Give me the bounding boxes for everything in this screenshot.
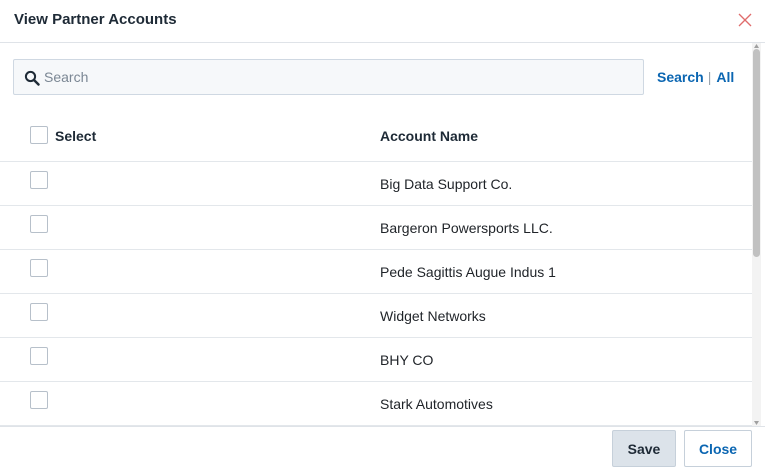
table-row: BHY CO xyxy=(0,338,752,382)
dialog-title: View Partner Accounts xyxy=(14,11,177,28)
link-separator: | xyxy=(707,69,712,85)
account-name: Big Data Support Co. xyxy=(380,176,513,192)
table-row: Widget Networks xyxy=(0,294,752,338)
select-all-checkbox[interactable] xyxy=(30,126,48,144)
accounts-table: Select Account Name Big Data Support Co.… xyxy=(0,113,752,426)
row-checkbox[interactable] xyxy=(30,215,48,233)
row-checkbox[interactable] xyxy=(30,391,48,409)
account-name: Widget Networks xyxy=(380,308,486,324)
select-label: Select xyxy=(55,128,97,144)
close-button[interactable]: Close xyxy=(684,430,752,467)
dialog-header: View Partner Accounts xyxy=(0,0,765,43)
search-icon xyxy=(24,70,40,86)
table-header: Select Account Name xyxy=(0,113,752,162)
search-box xyxy=(13,59,644,95)
column-header-account-name: Account Name xyxy=(380,128,479,144)
row-checkbox[interactable] xyxy=(30,303,48,321)
all-link[interactable]: All xyxy=(716,69,734,85)
vertical-scrollbar[interactable] xyxy=(752,43,761,426)
search-link[interactable]: Search xyxy=(657,69,704,85)
row-checkbox[interactable] xyxy=(30,259,48,277)
scrollbar-thumb[interactable] xyxy=(753,49,760,257)
table-row: Bargeron Powersports LLC. xyxy=(0,206,752,250)
account-name: Stark Automotives xyxy=(380,396,493,412)
table-row: Pede Sagittis Augue Indus 1 xyxy=(0,250,752,294)
table-row: Stark Automotives xyxy=(0,382,752,426)
dialog-footer: Save Close xyxy=(0,426,765,476)
search-input[interactable] xyxy=(44,62,634,92)
account-name: BHY CO xyxy=(380,352,434,368)
search-links: Search | All xyxy=(657,69,734,85)
account-name: Bargeron Powersports LLC. xyxy=(380,220,553,236)
row-checkbox[interactable] xyxy=(30,347,48,365)
close-icon[interactable] xyxy=(737,12,753,28)
row-checkbox[interactable] xyxy=(30,171,48,189)
table-row: Big Data Support Co. xyxy=(0,162,752,206)
account-name: Pede Sagittis Augue Indus 1 xyxy=(380,264,556,280)
save-button[interactable]: Save xyxy=(612,430,676,467)
